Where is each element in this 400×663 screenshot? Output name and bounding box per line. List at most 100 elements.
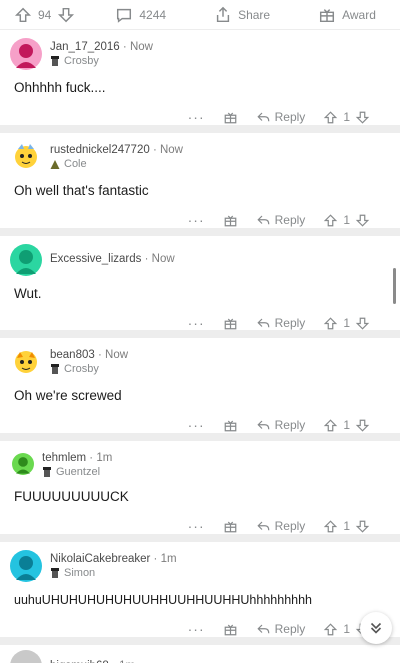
reply-button[interactable]: Reply bbox=[256, 418, 306, 433]
comment: tehmlem · 1m Guentzel FUUUUUUUUUCK ··· R… bbox=[0, 441, 400, 542]
scrollbar[interactable] bbox=[393, 268, 396, 304]
comment-username[interactable]: rustednickel247720 bbox=[50, 144, 150, 156]
avatar[interactable] bbox=[12, 453, 34, 475]
reply-label: Reply bbox=[274, 519, 306, 533]
avatar[interactable] bbox=[10, 244, 42, 276]
comment-vote: 1 bbox=[323, 418, 370, 433]
reply-label: Reply bbox=[274, 418, 306, 432]
comment: Excessive_lizards · Now Wut. ··· Reply 1 bbox=[0, 236, 400, 338]
comment-body: uuhuUHUHUHUHUHUUHHUUHHUUHHUhhhhhhhhh bbox=[14, 593, 312, 607]
award-button[interactable]: Award bbox=[318, 6, 376, 24]
award-gift-icon[interactable] bbox=[223, 316, 238, 331]
comment-score: 1 bbox=[343, 316, 350, 330]
reply-button[interactable]: Reply bbox=[256, 316, 306, 331]
more-dots-icon[interactable]: ··· bbox=[188, 315, 205, 331]
user-flair: Simon bbox=[50, 566, 177, 580]
reply-arrow-icon bbox=[257, 112, 269, 121]
warning-icon bbox=[50, 159, 60, 169]
post-action-bar: 94 4244 Share Award bbox=[0, 0, 400, 30]
user-flair: Crosby bbox=[50, 54, 153, 68]
upvote-arrow-icon[interactable] bbox=[323, 418, 338, 433]
reply-button[interactable]: Reply bbox=[256, 622, 306, 637]
award-gift-icon[interactable] bbox=[223, 213, 238, 228]
upvote-arrow-icon[interactable] bbox=[323, 316, 338, 331]
downvote-arrow-icon[interactable] bbox=[57, 6, 75, 24]
upvote-arrow-icon[interactable] bbox=[14, 6, 32, 24]
user-flair: Cole bbox=[50, 157, 183, 171]
post-comments-button[interactable]: 4244 bbox=[115, 6, 166, 24]
avatar[interactable] bbox=[10, 650, 42, 663]
upvote-arrow-icon[interactable] bbox=[323, 622, 338, 637]
user-flair: Guentzel bbox=[42, 465, 112, 479]
flair-label: Crosby bbox=[64, 363, 99, 375]
avatar[interactable] bbox=[10, 346, 42, 378]
more-dots-icon[interactable]: ··· bbox=[188, 518, 205, 534]
comment-score: 1 bbox=[343, 519, 350, 533]
comment-username[interactable]: bean803 bbox=[50, 349, 95, 361]
comment-time: Now bbox=[159, 144, 183, 156]
reply-label: Reply bbox=[274, 213, 306, 227]
comment: Jan_17_2016 · Now Crosby Ohhhhh fuck....… bbox=[0, 30, 400, 133]
comment-actions: ··· Reply 1 bbox=[10, 609, 386, 647]
flair-label: Guentzel bbox=[56, 466, 101, 478]
phone-icon bbox=[51, 363, 59, 374]
downvote-arrow-icon[interactable] bbox=[355, 418, 370, 433]
comment-time: 1m bbox=[96, 452, 113, 464]
phone-icon bbox=[51, 567, 59, 578]
more-dots-icon[interactable]: ··· bbox=[188, 212, 205, 228]
share-button[interactable]: Share bbox=[214, 6, 270, 24]
award-gift-icon[interactable] bbox=[223, 622, 238, 637]
award-gift-icon[interactable] bbox=[223, 418, 238, 433]
more-dots-icon[interactable]: ··· bbox=[188, 109, 205, 125]
flair-label: Crosby bbox=[64, 55, 99, 67]
chevron-double-down-icon bbox=[370, 622, 382, 634]
comment-actions: ··· Reply 1 bbox=[10, 405, 386, 443]
flair-label: Simon bbox=[64, 567, 96, 579]
reply-arrow-icon bbox=[257, 420, 269, 429]
reply-label: Reply bbox=[274, 622, 306, 636]
comment-body: Oh we're screwed bbox=[14, 388, 122, 403]
downvote-arrow-icon[interactable] bbox=[355, 110, 370, 125]
award-gift-icon[interactable] bbox=[223, 110, 238, 125]
scroll-down-button[interactable] bbox=[360, 612, 392, 644]
post-vote-group: 94 bbox=[14, 6, 75, 24]
award-gift-icon bbox=[320, 8, 335, 22]
comment-score: 1 bbox=[343, 622, 350, 636]
reply-button[interactable]: Reply bbox=[256, 213, 306, 228]
reply-arrow-icon bbox=[257, 215, 269, 224]
comment-username[interactable]: Jan_17_2016 bbox=[50, 41, 120, 53]
comment-vote: 1 bbox=[323, 316, 370, 331]
comment-score: 1 bbox=[343, 110, 350, 124]
reply-label: Reply bbox=[274, 110, 306, 124]
phone-icon bbox=[51, 55, 59, 66]
comment-score: 1 bbox=[343, 418, 350, 432]
comment-actions: ··· Reply 1 bbox=[10, 303, 386, 341]
upvote-arrow-icon[interactable] bbox=[323, 519, 338, 534]
share-label: Share bbox=[238, 7, 271, 22]
reply-arrow-icon bbox=[257, 624, 269, 633]
comment-actions: ··· Reply 1 bbox=[10, 506, 386, 544]
upvote-arrow-icon[interactable] bbox=[323, 110, 338, 125]
comment-username[interactable]: tehmlem bbox=[42, 452, 86, 464]
award-gift-icon[interactable] bbox=[223, 519, 238, 534]
comment-body: FUUUUUUUUUCK bbox=[14, 489, 129, 504]
downvote-arrow-icon[interactable] bbox=[355, 316, 370, 331]
downvote-arrow-icon[interactable] bbox=[355, 213, 370, 228]
comment-bubble-icon bbox=[117, 8, 132, 23]
downvote-arrow-icon[interactable] bbox=[355, 519, 370, 534]
more-dots-icon[interactable]: ··· bbox=[188, 621, 205, 637]
reply-button[interactable]: Reply bbox=[256, 110, 306, 125]
reply-arrow-icon bbox=[257, 318, 269, 327]
avatar[interactable] bbox=[10, 141, 42, 173]
comment-actions: ··· Reply 1 bbox=[10, 200, 386, 238]
comment-username[interactable]: Excessive_lizards bbox=[50, 253, 141, 265]
avatar[interactable] bbox=[10, 550, 42, 582]
comment: rustednickel247720 · Now Cole Oh well th… bbox=[0, 133, 400, 236]
comment-username[interactable]: NikolaiCakebreaker bbox=[50, 553, 150, 565]
reply-label: Reply bbox=[274, 316, 306, 330]
avatar[interactable] bbox=[10, 38, 42, 70]
more-dots-icon[interactable]: ··· bbox=[188, 417, 205, 433]
reply-button[interactable]: Reply bbox=[256, 519, 306, 534]
upvote-arrow-icon[interactable] bbox=[323, 213, 338, 228]
comment: bean803 · Now Crosby Oh we're screwed ··… bbox=[0, 338, 400, 441]
